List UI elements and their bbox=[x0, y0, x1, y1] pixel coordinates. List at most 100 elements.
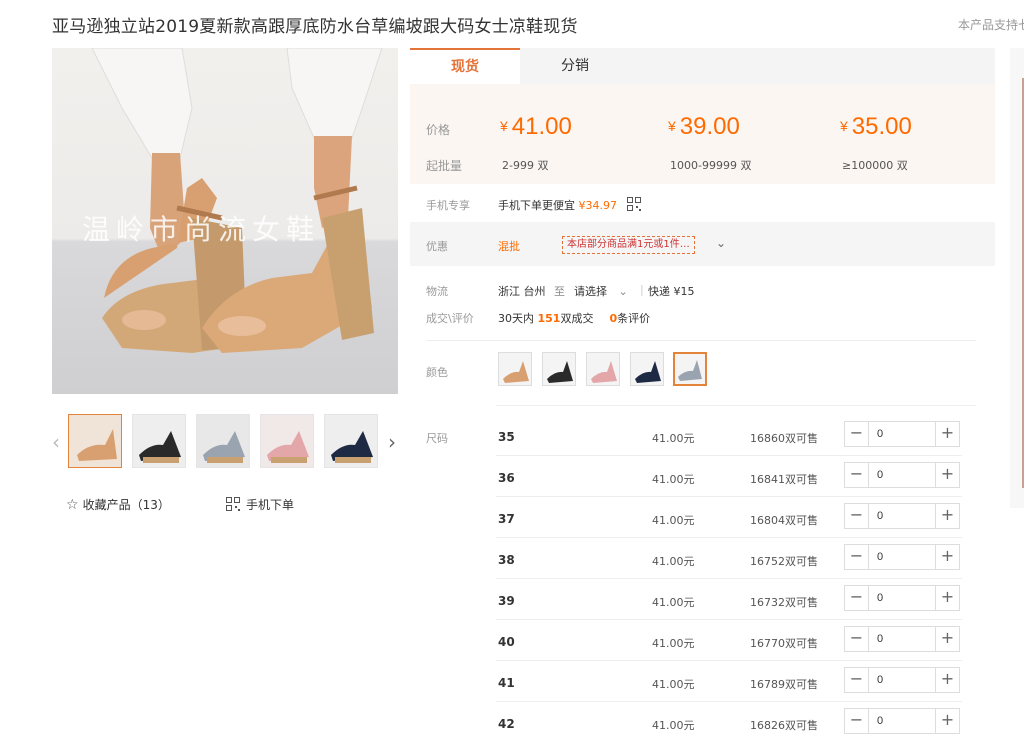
quantity-input[interactable] bbox=[871, 586, 935, 610]
quantity-stepper: − + bbox=[844, 585, 960, 611]
sandal-thumb-icon bbox=[547, 361, 573, 383]
plus-icon[interactable]: + bbox=[935, 586, 959, 610]
size-stock: 16804双可售 bbox=[750, 514, 818, 527]
chevron-down-icon[interactable]: ⌄ bbox=[716, 236, 726, 250]
promo-type: 混批 bbox=[498, 240, 520, 253]
size-value: 37 bbox=[498, 512, 515, 526]
plus-icon[interactable]: + bbox=[935, 709, 959, 733]
product-title: 亚马逊独立站2019夏新款高跟厚底防水台草编坡跟大码女士凉鞋现货 bbox=[52, 17, 578, 37]
thumbnail-2[interactable] bbox=[132, 414, 186, 468]
size-value: 42 bbox=[498, 717, 515, 731]
sales-count: 151 bbox=[537, 312, 561, 325]
minus-icon[interactable]: − bbox=[845, 627, 869, 651]
sandal-thumb-icon bbox=[678, 360, 702, 381]
size-row: 40 41.00元 16770双可售 − + bbox=[496, 620, 962, 661]
promo-badge[interactable]: 本店部分商品满1元或1件… bbox=[562, 236, 695, 254]
thumbnail-1[interactable] bbox=[68, 414, 122, 468]
thumbnail-sandal-icon bbox=[203, 431, 245, 463]
size-price: 41.00元 bbox=[652, 719, 695, 732]
color-swatch-2[interactable] bbox=[542, 352, 576, 386]
destination-select[interactable]: 请选择 ⌄ bbox=[574, 283, 628, 299]
quantity-stepper: − + bbox=[844, 503, 960, 529]
color-swatch-3[interactable] bbox=[586, 352, 620, 386]
size-label: 尺码 bbox=[426, 432, 448, 445]
tab-distribution[interactable]: 分销 bbox=[540, 48, 610, 84]
size-row: 39 41.00元 16732双可售 − + bbox=[496, 579, 962, 620]
quantity-input[interactable] bbox=[871, 545, 935, 569]
logistics-origin: 浙江 台州 bbox=[498, 285, 546, 298]
review-count: 0 bbox=[609, 312, 618, 325]
minus-icon[interactable]: − bbox=[845, 463, 869, 487]
mobile-price: ¥34.97 bbox=[578, 199, 618, 212]
thumbnail-sandal-icon bbox=[331, 431, 373, 463]
price-label: 价格 bbox=[426, 123, 451, 137]
batch-label: 起批量 bbox=[426, 159, 463, 173]
size-price: 41.00元 bbox=[652, 678, 695, 691]
color-label: 颜色 bbox=[426, 366, 448, 379]
quantity-stepper: − + bbox=[844, 421, 960, 447]
minus-icon[interactable]: − bbox=[845, 422, 869, 446]
size-value: 38 bbox=[498, 553, 515, 567]
favorite-button[interactable]: ☆ 收藏产品（13） bbox=[66, 496, 170, 513]
logistics-to: 至 bbox=[554, 285, 565, 298]
color-swatch-5[interactable] bbox=[673, 352, 707, 386]
minus-icon[interactable]: − bbox=[845, 504, 869, 528]
size-stock: 16860双可售 bbox=[750, 432, 818, 445]
quantity-input[interactable] bbox=[871, 668, 935, 692]
tab-spot[interactable]: 现货 bbox=[410, 48, 520, 84]
plus-icon[interactable]: + bbox=[935, 668, 959, 692]
quantity-input[interactable] bbox=[871, 463, 935, 487]
chevron-down-icon: ⌄ bbox=[618, 285, 628, 298]
prev-arrow-icon[interactable]: ‹ bbox=[52, 430, 60, 454]
minus-icon[interactable]: − bbox=[845, 586, 869, 610]
thumbnail-strip: ‹ › bbox=[52, 412, 398, 470]
qr-code-icon[interactable] bbox=[626, 197, 641, 211]
sandal-thumb-icon bbox=[503, 361, 529, 383]
express-fee: 快递 ¥15 bbox=[648, 285, 695, 298]
support-note: 本产品支持七 bbox=[958, 18, 1024, 32]
price-tier-3: ¥35.00 bbox=[840, 113, 912, 140]
size-price: 41.00元 bbox=[652, 596, 695, 609]
thumbnail-4[interactable] bbox=[260, 414, 314, 468]
divider bbox=[426, 340, 976, 341]
mobile-exclusive-label: 手机专享 bbox=[426, 199, 470, 212]
minus-icon[interactable]: − bbox=[845, 545, 869, 569]
plus-icon[interactable]: + bbox=[935, 504, 959, 528]
quantity-input[interactable] bbox=[871, 709, 935, 733]
tabs-bar: 现货 分销 bbox=[410, 48, 995, 84]
mobile-order-label: 手机下单 bbox=[246, 498, 295, 512]
minus-icon[interactable]: − bbox=[845, 709, 869, 733]
plus-icon[interactable]: + bbox=[935, 627, 959, 651]
color-swatch-4[interactable] bbox=[630, 352, 664, 386]
mobile-order-button[interactable]: 手机下单 bbox=[226, 496, 294, 513]
sales-info: 30天内 151双成交 0条评价 bbox=[498, 312, 651, 325]
quantity-input[interactable] bbox=[871, 504, 935, 528]
divider bbox=[496, 405, 976, 406]
thumbnail-5[interactable] bbox=[324, 414, 378, 468]
size-stock: 16752双可售 bbox=[750, 555, 818, 568]
quantity-input[interactable] bbox=[871, 627, 935, 651]
size-stock: 16841双可售 bbox=[750, 473, 818, 486]
size-stock: 16770双可售 bbox=[750, 637, 818, 650]
size-value: 40 bbox=[498, 635, 515, 649]
plus-icon[interactable]: + bbox=[935, 545, 959, 569]
plus-icon[interactable]: + bbox=[935, 422, 959, 446]
thumbnail-sandal-icon bbox=[267, 431, 309, 463]
watermark: 温岭市尚流女鞋 bbox=[82, 213, 321, 246]
size-price: 41.00元 bbox=[652, 637, 695, 650]
next-arrow-icon[interactable]: › bbox=[388, 430, 396, 454]
minus-icon[interactable]: − bbox=[845, 668, 869, 692]
batch-tier-2: 1000-99999 双 bbox=[670, 159, 752, 172]
plus-icon[interactable]: + bbox=[935, 463, 959, 487]
price-tier-2: ¥39.00 bbox=[668, 113, 740, 140]
main-product-image[interactable]: 温岭市尚流女鞋 bbox=[52, 48, 398, 394]
color-swatch-1[interactable] bbox=[498, 352, 532, 386]
size-price: 41.00元 bbox=[652, 555, 695, 568]
size-stock: 16826双可售 bbox=[750, 719, 818, 732]
quantity-input[interactable] bbox=[871, 422, 935, 446]
price-tier-1: ¥41.00 bbox=[500, 113, 572, 140]
divider: | bbox=[640, 283, 644, 296]
size-price: 41.00元 bbox=[652, 473, 695, 486]
thumbnail-3[interactable] bbox=[196, 414, 250, 468]
product-actions: ☆ 收藏产品（13） 手机下单 bbox=[66, 496, 396, 516]
